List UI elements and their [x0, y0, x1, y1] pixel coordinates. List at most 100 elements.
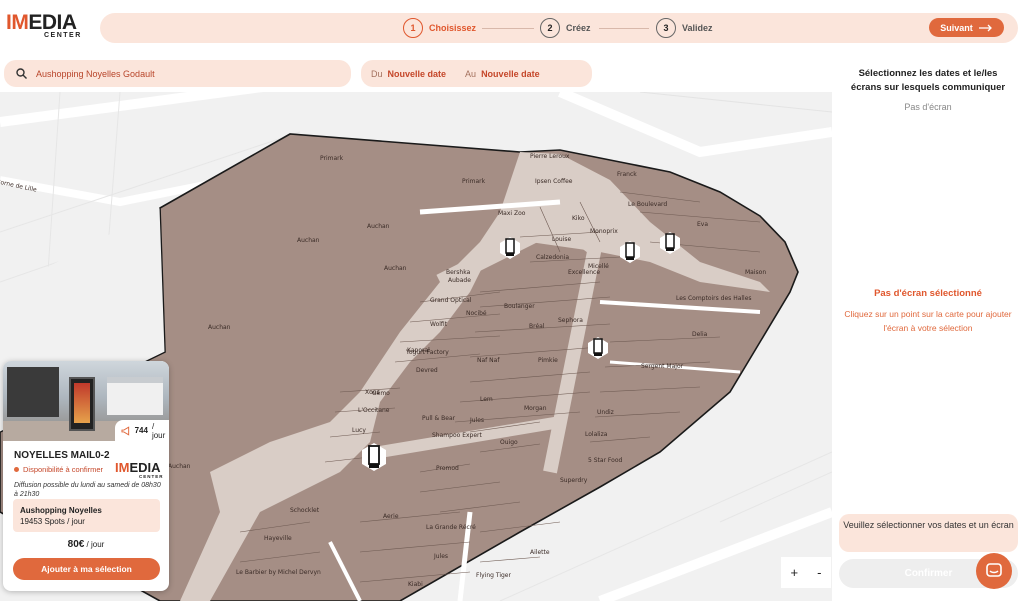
shop-label: Promod — [436, 465, 459, 472]
no-selection-heading: Pas d'écran sélectionné — [874, 288, 982, 299]
step-number: 1 — [403, 18, 423, 38]
shop-label: Pull & Bear — [422, 415, 456, 422]
shop-label: Sephora — [558, 317, 583, 324]
shop-label: Kiabi — [408, 581, 423, 588]
step-label: Choisissez — [429, 23, 477, 33]
shop-label: Eva — [697, 221, 708, 228]
shop-label: Jules — [469, 417, 484, 424]
chat-icon — [986, 563, 1002, 577]
shop-label: Auchan — [168, 463, 191, 470]
screen-name: NOYELLES MAIL0-2 — [14, 450, 110, 461]
date-from-input[interactable]: Nouvelle date — [388, 69, 447, 79]
step-creez[interactable]: 2 Créez — [540, 17, 591, 39]
shop-label: Micellé — [588, 263, 609, 270]
step-label: Créez — [566, 23, 591, 33]
shop-label: Boulanger — [504, 303, 535, 310]
shop-label: Lem — [480, 396, 493, 403]
shop-label: Pimkie — [538, 357, 558, 364]
panel-title: Sélectionnez les dates et le/les écrans … — [850, 68, 1006, 93]
shop-label: 5 Star Food — [588, 457, 623, 464]
add-to-selection-button[interactable]: Ajouter à ma sélection — [13, 558, 160, 580]
shop-label: Delia — [692, 331, 708, 338]
shop-label: Le Barbier by Michel Dervyn — [236, 569, 321, 576]
shop-label: Maison — [745, 269, 766, 276]
shop-label: Monoprix — [590, 228, 618, 235]
date-range-picker[interactable]: Du Nouvelle date Au Nouvelle date — [361, 60, 592, 87]
logo-subtitle: CENTER — [139, 474, 164, 479]
photo-screen-pillar — [69, 377, 95, 431]
status-dot — [14, 467, 19, 472]
warning-message: Veuillez sélectionner vos dates et un éc… — [839, 514, 1018, 552]
logo-red-part: IM — [6, 11, 29, 34]
app: IMEDIA CENTER 1 Choisissez 2 Créez 3 Val… — [0, 0, 1024, 601]
shop-label: Primark — [462, 178, 486, 185]
step-validez[interactable]: 3 Validez — [656, 17, 713, 39]
shop-label: Ailette — [530, 549, 550, 556]
shop-label: Bréal — [529, 323, 545, 330]
shop-label: Morgan — [524, 405, 547, 412]
shop-label: Auchan — [297, 237, 320, 244]
date-to-input[interactable]: Nouvelle date — [481, 69, 540, 79]
spots-suffix: / jour — [151, 421, 166, 440]
spots-badge: 744 / jour — [115, 420, 169, 441]
mall-info-box: Aushopping Noyelles 19453 Spots / jour — [13, 499, 160, 532]
shop-label: Grand Optical — [430, 297, 472, 304]
status-text: Disponibilité à confirmer — [23, 465, 104, 474]
no-screen-text: Pas d'écran — [904, 102, 952, 112]
shop-label: Sergent Major — [641, 363, 684, 370]
zoom-out-button[interactable]: - — [817, 565, 821, 580]
shop-label: Gémo — [372, 390, 390, 397]
step-choisissez[interactable]: 1 Choisissez — [403, 17, 476, 39]
selection-panel: Sélectionnez les dates et le/les écrans … — [832, 56, 1024, 601]
shop-label: Les Comptoirs des Halles — [676, 295, 752, 302]
price: 80€ / jour — [3, 539, 169, 550]
logo-red-part: IM — [115, 460, 130, 475]
shop-label: La Grande Récré — [426, 524, 476, 531]
shop-label: Hayeville — [264, 535, 292, 542]
shop-label: Maxi Zoo — [498, 210, 526, 217]
photo-store — [7, 367, 59, 417]
shop-label: Calzedonia — [536, 254, 569, 261]
megaphone-icon — [121, 425, 130, 436]
shop-label: Auchan — [208, 324, 231, 331]
stepper-bar: 1 Choisissez 2 Créez 3 Validez Suivant — [100, 13, 1018, 43]
shop-label: Devred — [416, 367, 438, 374]
shop-label: Le Boulevard — [628, 201, 667, 208]
date-from-prefix: Du — [371, 68, 383, 79]
zoom-controls: + - — [781, 557, 831, 588]
selection-hint: Cliquez sur un point sur la carte pour a… — [844, 309, 1012, 333]
logo-dark-part: EDIA — [28, 11, 77, 34]
shop-label: Undiz — [597, 409, 614, 416]
shop-label: Schocklet — [290, 507, 320, 514]
shop-label: Lucy — [352, 427, 366, 434]
step-number: 2 — [540, 18, 560, 38]
logo-subtitle: CENTER — [44, 32, 82, 39]
shop-label: Auchan — [367, 223, 390, 230]
next-button[interactable]: Suivant — [929, 18, 1004, 37]
photo-store — [107, 377, 163, 415]
shop-label: Ipsen Coffee — [535, 178, 573, 185]
shop-label: Franck — [617, 171, 637, 178]
zoom-in-button[interactable]: + — [791, 565, 799, 580]
step-label: Validez — [682, 23, 713, 33]
shop-label: Excellence — [568, 269, 600, 276]
search-input[interactable]: Aushopping Noyelles Godault — [36, 69, 155, 79]
shop-label: Kiko — [572, 215, 585, 222]
shop-label: Lolaliza — [585, 431, 608, 438]
step-number: 3 — [656, 18, 676, 38]
shop-label: Primark — [320, 155, 344, 162]
shop-label: Nocibé — [466, 310, 487, 317]
shop-label: L'Occitane — [358, 407, 390, 414]
date-to-prefix: Au — [465, 68, 477, 79]
diffusion-hours: Diffusion possible du lundi au samedi de… — [14, 482, 161, 498]
location-search[interactable]: Aushopping Noyelles Godault — [4, 60, 351, 87]
shop-label: Aerie — [383, 513, 399, 520]
next-button-label: Suivant — [940, 22, 973, 33]
imedia-logo[interactable]: IMEDIA CENTER — [6, 12, 86, 44]
step-connector — [482, 28, 534, 29]
chat-button[interactable] — [976, 553, 1012, 589]
shop-label: Wolfit — [430, 321, 448, 328]
shop-label: Aubade — [448, 277, 471, 284]
shop-label: Flying Tiger — [476, 572, 512, 579]
shop-label: Bershka — [446, 269, 471, 276]
